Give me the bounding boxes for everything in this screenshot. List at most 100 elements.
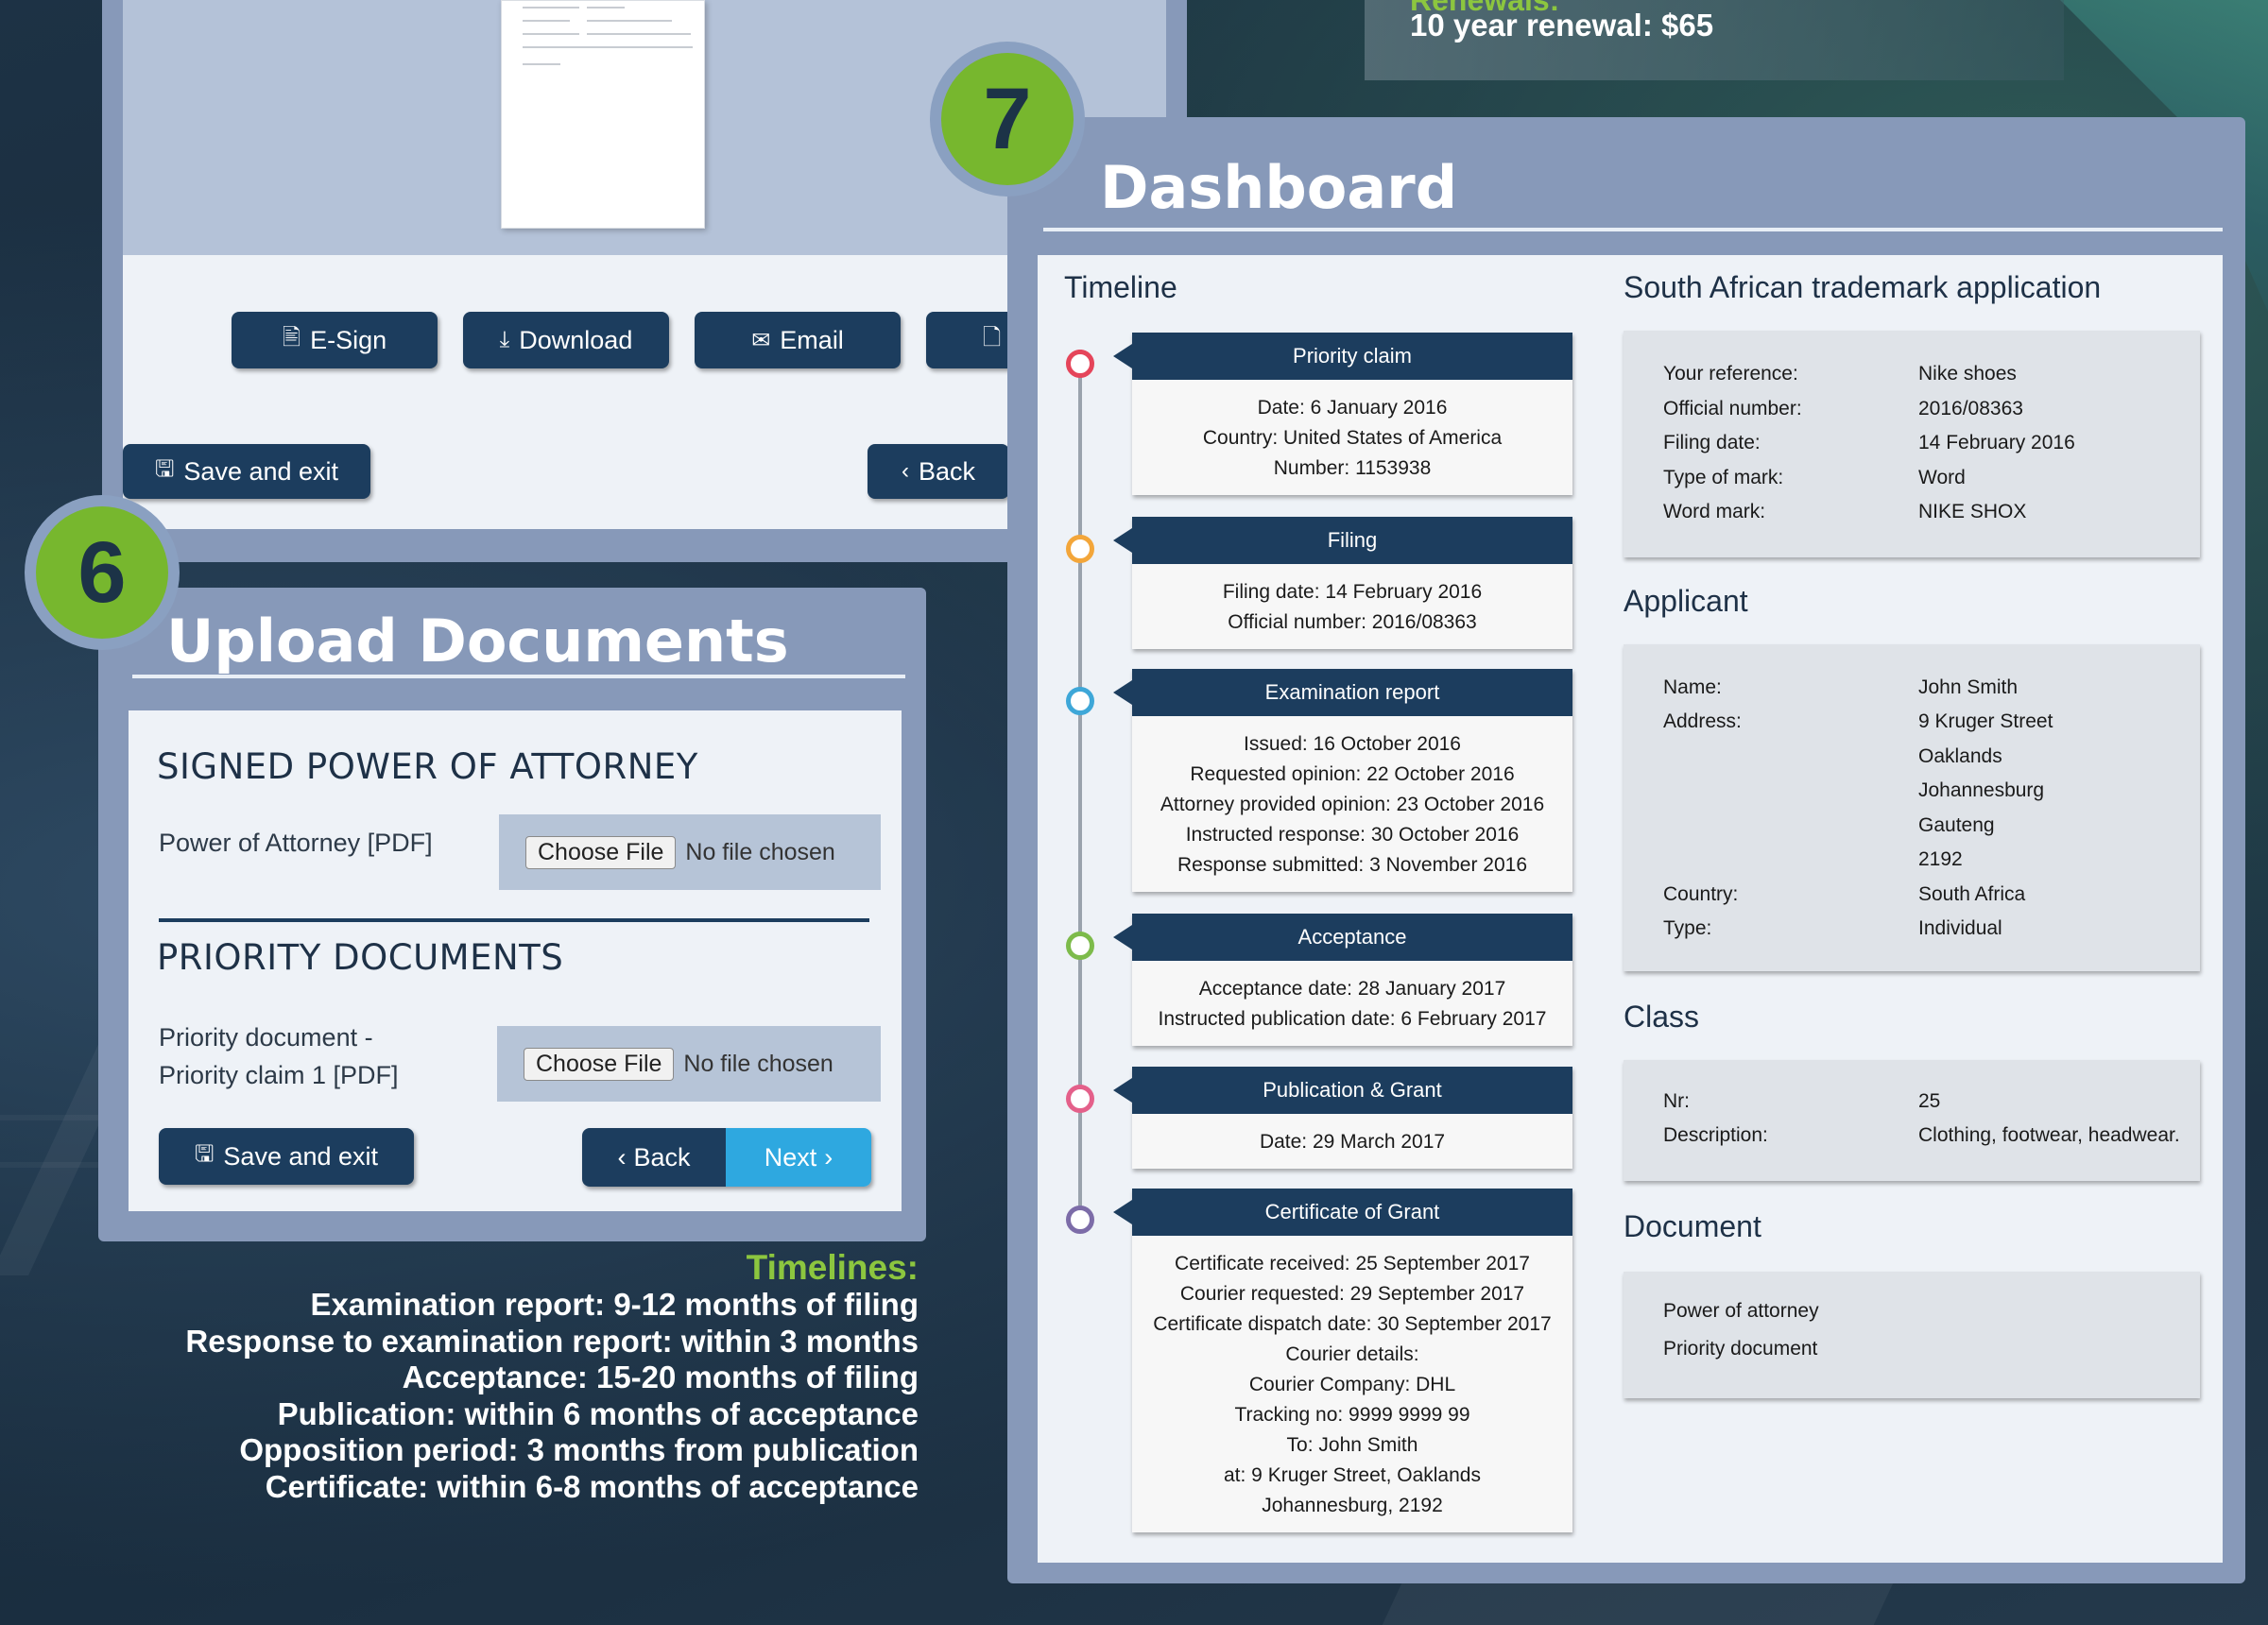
poa-file-input: Choose File No file chosen <box>499 814 881 890</box>
view-document-icon: 🗋 <box>983 324 1002 351</box>
doc-line <box>587 7 625 9</box>
doc-line <box>523 63 560 65</box>
application-details: Your reference: Nike shoes Official number… <box>1624 331 2200 557</box>
timeline-event-details: Date: 6 January 2016 Country: United Stat… <box>1132 380 1572 495</box>
application-field-label: Word mark: <box>1663 501 1766 522</box>
timeline-event-line: Instructed response: 30 October 2016 <box>1185 824 1520 846</box>
timeline-marker <box>1066 350 1094 378</box>
document-thumbnail[interactable] <box>501 0 705 229</box>
back-next-group: ‹ Back Next › <box>582 1128 871 1187</box>
dashboard-title: Dashboard <box>1100 153 1458 222</box>
doc-line <box>523 46 693 48</box>
applicant-type-label: Type: <box>1663 917 1712 939</box>
step-6-badge: 6 <box>25 495 180 650</box>
timeline-event-line: Instructed publication date: 6 February … <box>1158 1008 1547 1030</box>
class-heading: Class <box>1624 1000 1700 1034</box>
doc-line <box>523 33 579 35</box>
applicant-address-line: 2192 <box>1918 848 1963 870</box>
save-and-exit-button[interactable]: 🖫 Save and exit <box>159 1128 414 1185</box>
upload-documents-panel: SIGNED POWER OF ATTORNEY Power of Attorn… <box>129 710 902 1211</box>
application-field-value: 14 February 2016 <box>1918 432 2075 453</box>
no-file-status: No file chosen <box>683 1050 833 1077</box>
document-link-power-of-attorney[interactable]: Power of attorney <box>1663 1300 1819 1323</box>
timeline-event-line: Acceptance date: 28 January 2017 <box>1198 978 1506 1000</box>
applicant-address-line: 9 Kruger Street <box>1918 710 2053 732</box>
applicant-details: Name: John Smith Address: 9 Kruger Stree… <box>1624 644 2200 971</box>
download-icon: ⤓ <box>499 327 510 352</box>
priority-file-input: Choose File No file chosen <box>497 1026 881 1102</box>
document-list: Power of attorney Priority document <box>1624 1272 2200 1398</box>
class-number-label: Nr: <box>1663 1090 1690 1112</box>
timeline-marker <box>1066 535 1094 563</box>
timeline-event-line: Issued: 16 October 2016 <box>1244 733 1461 755</box>
application-field-label: Your reference: <box>1663 363 1798 385</box>
choose-file-button[interactable]: Choose File <box>524 1047 675 1081</box>
application-field-value: NIKE SHOX <box>1918 501 2027 522</box>
timeline-event-line: To: John Smith <box>1286 1434 1418 1456</box>
timeline-event-line: Date: 6 January 2016 <box>1257 397 1448 419</box>
timeline-event-details: Filing date: 14 February 2016 Official nu… <box>1132 564 1572 649</box>
timeline-event-title: Examination report <box>1113 669 1572 716</box>
no-file-status: No file chosen <box>685 838 835 865</box>
save-and-exit-button[interactable]: 🖫 Save and exit <box>123 444 370 499</box>
download-button[interactable]: ⤓ Download <box>463 312 669 368</box>
applicant-name-label: Name: <box>1663 676 1722 698</box>
applicant-address-line: Johannesburg <box>1918 779 2045 801</box>
application-field-value: Nike shoes <box>1918 363 2017 385</box>
renewal-line: 10 year renewal: $65 <box>1410 8 1714 43</box>
back-button[interactable]: ‹ Back <box>868 444 1009 499</box>
timeline-event-card: Certificate of Grant Certificate received… <box>1113 1189 1572 1532</box>
email-button[interactable]: ✉ Email <box>695 312 901 368</box>
doc-line <box>523 7 579 9</box>
next-button[interactable]: Next › <box>726 1128 871 1187</box>
applicant-address-line: Gauteng <box>1918 814 1995 836</box>
timeline-event-details: Issued: 16 October 2016 Requested opinion… <box>1132 716 1572 892</box>
timeline-event-details: Certificate received: 25 September 2017 C… <box>1132 1236 1572 1532</box>
timeline-event-line: Date: 29 March 2017 <box>1259 1131 1446 1153</box>
section-divider <box>159 918 869 922</box>
application-field-value: Word <box>1918 466 1966 488</box>
timeline-marker <box>1066 687 1094 715</box>
timeline-event-line: Certificate received: 25 September 2017 <box>1175 1253 1530 1274</box>
timeline-event-details: Date: 29 March 2017 <box>1132 1114 1572 1169</box>
priority-field-label: Priority document - Priority claim 1 [PD… <box>159 1023 399 1089</box>
timeline-event-line: Requested opinion: 22 October 2016 <box>1190 763 1515 785</box>
title-rule <box>132 675 905 678</box>
doc-line <box>523 20 570 22</box>
timeline-event-line: Johannesburg, 2192 <box>1262 1495 1443 1516</box>
document-link-priority-document[interactable]: Priority document <box>1663 1338 1817 1360</box>
class-details: Nr: 25 Description: Clothing, footwear, … <box>1624 1060 2200 1181</box>
application-heading: South African trademark application <box>1624 270 2102 304</box>
background-stripe <box>0 1115 98 1120</box>
timeline-marker <box>1066 932 1094 960</box>
step-7-badge: 7 <box>930 42 1085 197</box>
dashboard-panel: Timeline Priority claim Date: 6 January 2… <box>1038 255 2223 1563</box>
upload-documents-window: Upload Documents SIGNED POWER OF ATTORNE… <box>98 588 926 1241</box>
timeline-event-card: Examination report Issued: 16 October 201… <box>1113 669 1572 892</box>
renewal-banner: Renewals: 10 year renewal: $65 <box>1365 0 2064 80</box>
chevron-left-icon: ‹ <box>901 458 909 484</box>
floppy-disk-icon: 🖫 <box>154 455 175 482</box>
timeline-event-line: Response submitted: 3 November 2016 <box>1177 854 1528 876</box>
application-field-label: Official number: <box>1663 397 1802 419</box>
timeline-summary-item: Response to examination report: within 3… <box>185 1323 919 1359</box>
poa-section-heading: SIGNED POWER OF ATTORNEY <box>157 746 698 787</box>
timeline-event-line: Country: United States of America <box>1202 427 1503 449</box>
back-button[interactable]: ‹ Back <box>582 1128 726 1187</box>
chevron-left-icon: ‹ <box>617 1142 627 1172</box>
timeline-event-title: Filing <box>1113 517 1572 564</box>
applicant-address-label: Address: <box>1663 710 1742 732</box>
timelines-summary: Timelines: Examination report: 9-12 mont… <box>142 1249 919 1506</box>
timeline-summary-item: Publication: within 6 months of acceptan… <box>277 1395 919 1431</box>
applicant-name-value: John Smith <box>1918 676 2019 698</box>
timeline-event-line: Courier requested: 29 September 2017 <box>1179 1283 1525 1305</box>
timelines-heading: Timelines: <box>746 1248 919 1287</box>
choose-file-button[interactable]: Choose File <box>525 835 677 869</box>
timeline-event-line: Courier Company: DHL <box>1248 1374 1456 1395</box>
title-rule <box>1043 228 2223 231</box>
timeline-summary-item: Opposition period: 3 months from publica… <box>239 1432 919 1468</box>
timeline-event-line: Tracking no: 9999 9999 99 <box>1234 1404 1470 1426</box>
timeline-event-title: Publication & Grant <box>1113 1067 1572 1114</box>
esign-button[interactable]: 🖹 E-Sign <box>232 312 438 368</box>
timeline-summary-item: Certificate: within 6-8 months of accept… <box>265 1468 919 1504</box>
